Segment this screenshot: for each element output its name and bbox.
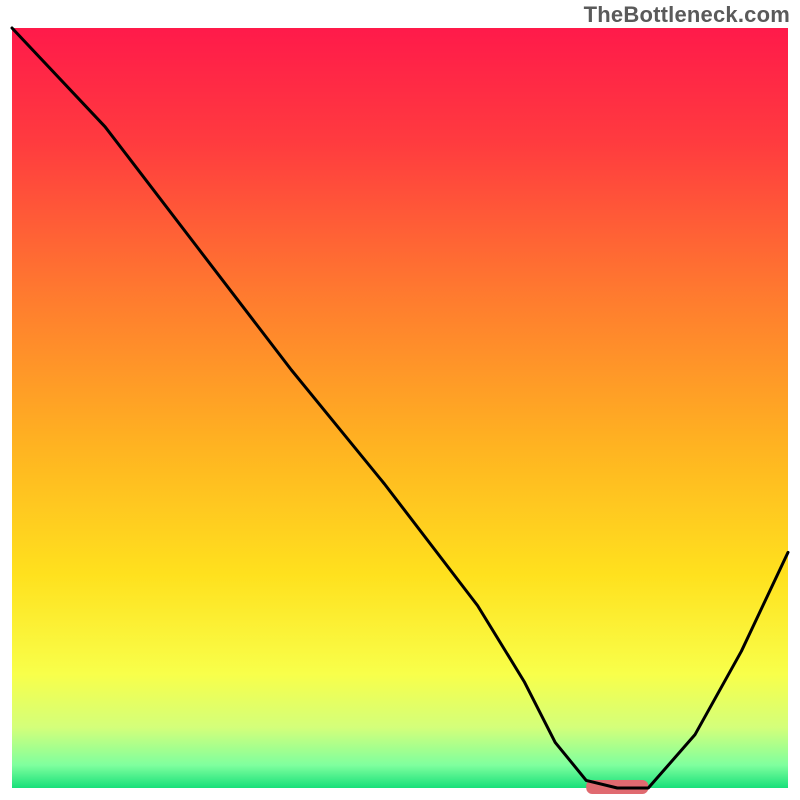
bottleneck-chart bbox=[0, 0, 800, 800]
chart-stage: TheBottleneck.com bbox=[0, 0, 800, 800]
plot-background bbox=[12, 28, 788, 788]
watermark-text: TheBottleneck.com bbox=[584, 2, 790, 28]
